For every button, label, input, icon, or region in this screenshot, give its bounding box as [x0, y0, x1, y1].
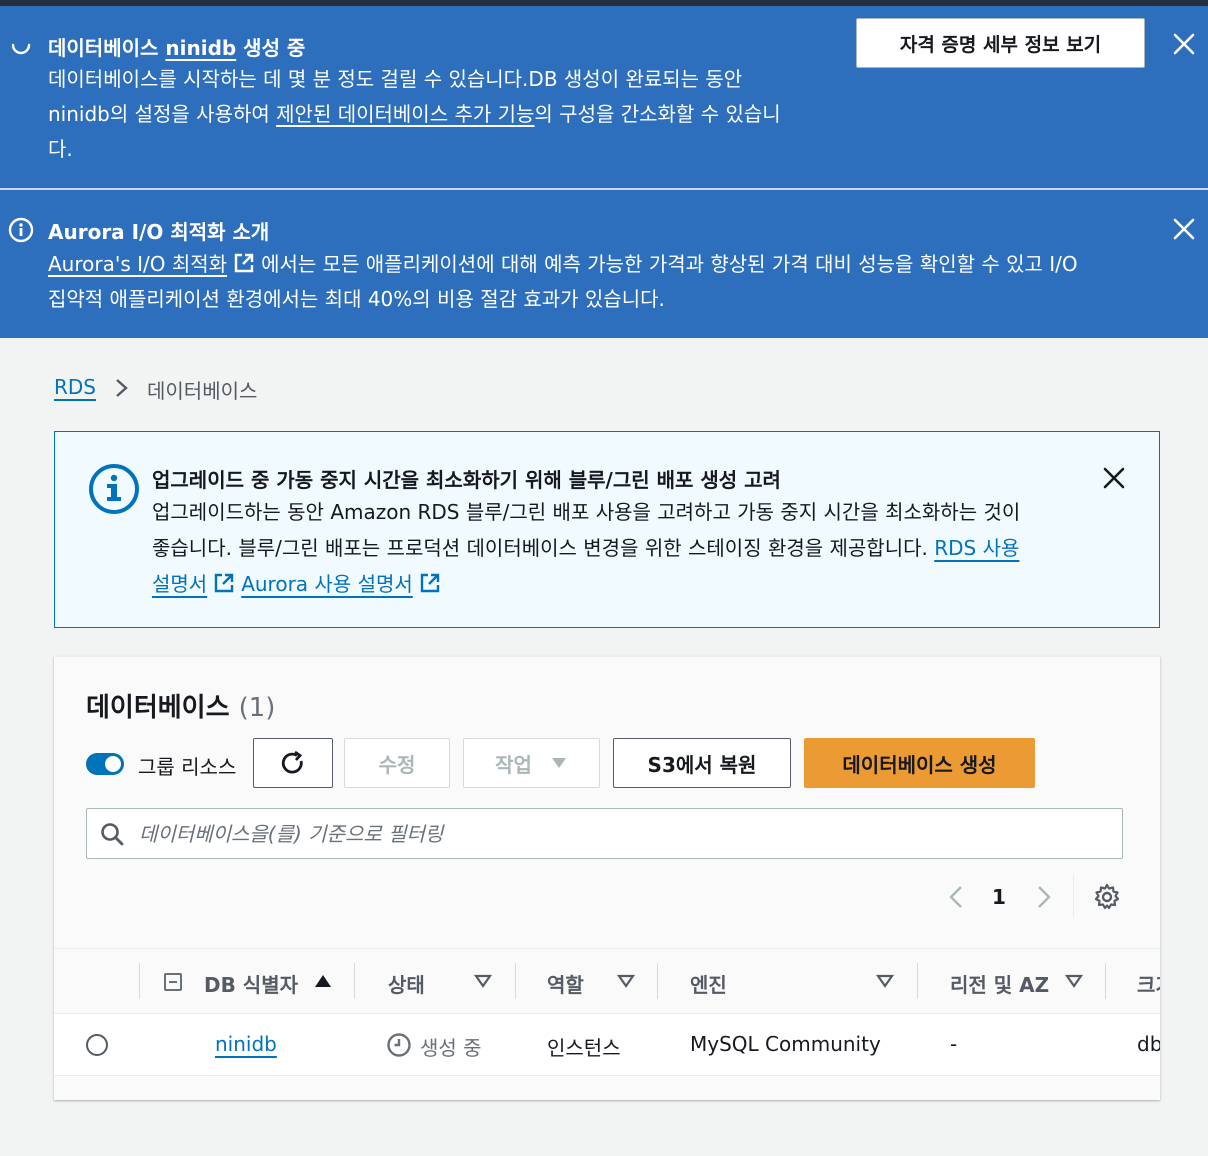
- engine-text: MySQL Community: [690, 1032, 881, 1056]
- actions-label: 작업: [495, 752, 532, 777]
- search-input[interactable]: [139, 817, 1099, 851]
- page-number[interactable]: 1: [992, 885, 1006, 909]
- chevron-right-icon: [116, 379, 128, 397]
- filter-search: [86, 808, 1123, 859]
- flash-body-text: 의 구성을 간소화할 수 있습니: [534, 102, 781, 126]
- close-icon[interactable]: [1171, 216, 1197, 242]
- col-status[interactable]: 상태: [388, 969, 425, 998]
- db-count: (1): [238, 693, 276, 723]
- panel-title-text: 데이터베이스: [86, 693, 230, 723]
- alert-body-line: 업그레이드하는 동안 Amazon RDS 블루/그린 배포 사용을 고려하고 …: [152, 500, 1021, 524]
- breadcrumb-rds[interactable]: RDS: [54, 375, 96, 399]
- gear-icon[interactable]: [1093, 883, 1121, 911]
- rds-guide-link[interactable]: 설명서: [152, 572, 207, 596]
- flash-body-line: 집약적 애플리케이션 환경에서는 최대 40%의 비용 절감 효과가 있습니다.: [48, 287, 665, 311]
- actions-dropdown[interactable]: 작업: [463, 738, 600, 788]
- alert-body-line: 좋습니다. 블루/그린 배포는 프로덕션 데이터베이스 변경을 위한 스테이징 …: [152, 530, 1072, 566]
- alert-body-text: 좋습니다. 블루/그린 배포는 프로덕션 데이터베이스 변경을 위한 스테이징 …: [152, 536, 935, 560]
- size-text: db: [1137, 1032, 1160, 1056]
- db-identifier-link[interactable]: ninidb: [215, 1032, 277, 1056]
- select-all-checkbox[interactable]: [164, 973, 182, 991]
- flash-title: 데이터베이스 ninidb 생성 중: [48, 32, 305, 61]
- flash-body-text: ninidb의 설정을 사용하여: [48, 102, 277, 126]
- info-icon: [8, 217, 34, 243]
- row-select-radio[interactable]: [86, 1034, 108, 1056]
- column-divider: [139, 963, 140, 999]
- sort-icon[interactable]: [1065, 973, 1083, 989]
- sort-icon[interactable]: [617, 973, 635, 989]
- close-icon[interactable]: [1101, 465, 1127, 491]
- aurora-guide-link[interactable]: Aurora 사용 설명서: [241, 572, 413, 596]
- alert-body-line: 설명서 Aurora 사용 설명서: [152, 566, 1072, 602]
- external-link-icon: [420, 573, 439, 593]
- flash-body-line: Aurora's I/O 최적화 에서는 모든 애플리케이션에 대해 예측 가능한…: [48, 247, 1168, 282]
- role-text: 인스턴스: [547, 1036, 621, 1060]
- col-engine[interactable]: 엔진: [690, 969, 727, 998]
- breadcrumb-current: 데이터베이스: [147, 379, 258, 403]
- column-divider: [917, 963, 918, 999]
- alert-title: 업그레이드 중 가동 중지 시간을 최소화하기 위해 블루/그린 배포 생성 고…: [152, 468, 781, 492]
- refresh-icon: [281, 750, 303, 774]
- flash-db-creating: 데이터베이스 ninidb 생성 중 데이터베이스를 시작하는 데 몇 분 정도…: [0, 6, 1208, 188]
- flash-title-suffix: 생성 중: [236, 36, 306, 60]
- toggle-knob: [105, 756, 121, 772]
- external-link-icon: [215, 573, 234, 593]
- group-resources-toggle[interactable]: [86, 753, 124, 775]
- column-divider: [354, 963, 355, 999]
- databases-panel: 데이터베이스 (1) 그룹 리소스 수정 작업 S3에서 복원 데이터베이스 생…: [54, 656, 1160, 1100]
- sort-icon[interactable]: [474, 973, 492, 989]
- close-icon[interactable]: [1171, 31, 1197, 57]
- col-region-az[interactable]: 리전 및 AZ: [950, 969, 1049, 998]
- table-row[interactable]: ninidb 생성 중 인스턴스 MySQL Community - db: [54, 1014, 1160, 1076]
- flash-body-line: 데이터베이스를 시작하는 데 몇 분 정도 걸릴 수 있습니다.DB 생성이 완…: [48, 67, 743, 91]
- flash-body: 데이터베이스를 시작하는 데 몇 분 정도 걸릴 수 있습니다.DB 생성이 완…: [48, 62, 781, 167]
- panel-title: 데이터베이스 (1): [86, 687, 275, 724]
- chevron-left-icon[interactable]: [944, 882, 968, 912]
- suggested-addons-link[interactable]: 제안된 데이터베이스 추가 기능: [276, 102, 534, 126]
- view-credentials-button[interactable]: 자격 증명 세부 정보 보기: [856, 18, 1145, 68]
- col-role[interactable]: 역할: [547, 969, 584, 998]
- external-link-icon: [234, 253, 254, 273]
- search-icon: [101, 823, 124, 846]
- caret-down-icon: [551, 758, 566, 768]
- restore-from-s3-button[interactable]: S3에서 복원: [613, 738, 791, 788]
- flash-body-text: 에서는 모든 애플리케이션에 대해 예측 가능한 가격과 향상된 가격 대비 성…: [261, 252, 1078, 276]
- flash-db-link[interactable]: ninidb: [165, 36, 236, 60]
- chevron-right-icon[interactable]: [1032, 882, 1056, 912]
- table-header: DB 식별자 상태 역할 엔진 리전 및 AZ 크기: [54, 948, 1160, 1014]
- sort-asc-icon[interactable]: [314, 973, 332, 989]
- blue-green-alert: 업그레이드 중 가동 중지 시간을 최소화하기 위해 블루/그린 배포 생성 고…: [54, 431, 1160, 628]
- sort-icon[interactable]: [876, 973, 894, 989]
- aurora-io-link[interactable]: Aurora's I/O 최적화: [48, 252, 227, 276]
- create-database-button[interactable]: 데이터베이스 생성: [804, 738, 1035, 788]
- flash-title: Aurora I/O 최적화 소개: [48, 220, 270, 244]
- column-divider: [1105, 963, 1106, 999]
- flash-aurora-io: Aurora I/O 최적화 소개 Aurora's I/O 최적화 에서는 모든…: [0, 190, 1208, 338]
- refresh-button[interactable]: [253, 738, 333, 788]
- column-divider: [515, 963, 516, 999]
- status-text: 생성 중: [420, 1036, 482, 1060]
- flash-title-prefix: 데이터베이스: [48, 36, 166, 60]
- flash-body-line: 다.: [48, 137, 73, 161]
- clock-icon: [387, 1033, 411, 1057]
- modify-button[interactable]: 수정: [344, 738, 450, 788]
- col-size[interactable]: 크기: [1137, 969, 1160, 998]
- rds-guide-link[interactable]: RDS 사용: [934, 536, 1019, 560]
- region-text: -: [950, 1032, 958, 1056]
- column-divider: [657, 963, 658, 999]
- flash-body: Aurora's I/O 최적화 에서는 모든 애플리케이션에 대해 예측 가능한…: [48, 247, 1168, 317]
- pager-divider: [1073, 874, 1074, 918]
- group-resources-label: 그룹 리소스: [138, 755, 237, 779]
- info-icon: [89, 464, 139, 514]
- col-db-identifier[interactable]: DB 식별자: [204, 969, 298, 998]
- spinner-icon: [11, 43, 31, 55]
- alert-body: 업그레이드하는 동안 Amazon RDS 블루/그린 배포 사용을 고려하고 …: [152, 494, 1072, 602]
- flash-body-line: ninidb의 설정을 사용하여 제안된 데이터베이스 추가 기능의 구성을 간…: [48, 97, 781, 132]
